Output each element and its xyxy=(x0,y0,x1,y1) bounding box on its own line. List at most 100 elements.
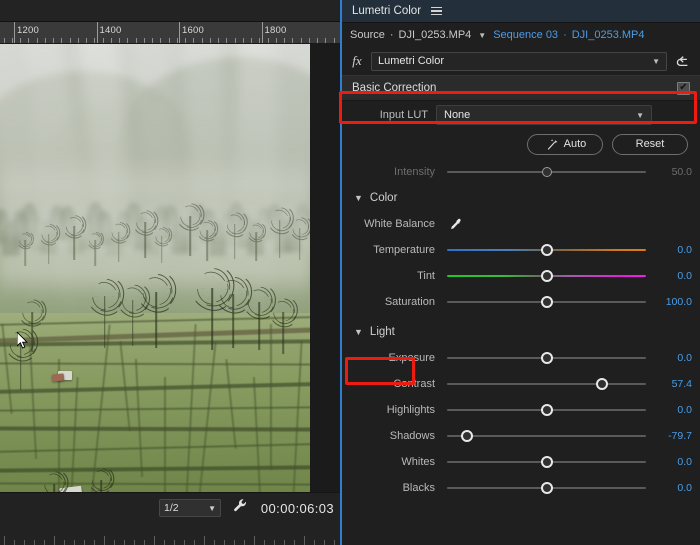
palm-tree xyxy=(152,226,176,263)
tint-value[interactable]: 0.0 xyxy=(648,270,700,282)
shadows-slider[interactable] xyxy=(447,428,646,444)
tab-lumetri-color[interactable]: Lumetri Color xyxy=(352,5,421,17)
temperature-row: Temperature 0.0 xyxy=(342,237,700,263)
exposure-value[interactable]: 0.0 xyxy=(648,352,700,364)
terrace-edge xyxy=(0,442,310,454)
scrub-tick xyxy=(4,536,5,545)
basic-correction-checkbox[interactable]: ✔ xyxy=(677,81,690,95)
slider-knob[interactable] xyxy=(540,296,553,308)
ruler-tick-minor xyxy=(53,38,54,43)
exposure-slider[interactable] xyxy=(447,350,646,366)
chevron-down-icon[interactable]: ▼ xyxy=(478,31,486,40)
eyedropper-icon[interactable] xyxy=(447,217,481,232)
blacks-value[interactable]: 0.0 xyxy=(648,482,700,494)
timecode-display[interactable]: 00:00:06:03 xyxy=(261,501,334,516)
slider-knob[interactable] xyxy=(540,456,553,468)
ruler-tick-label: 1600 xyxy=(182,25,204,36)
ruler-tick-minor xyxy=(284,38,285,43)
auto-reset-button-row: Auto Reset xyxy=(342,129,700,159)
terrace-edge xyxy=(0,382,310,395)
temperature-slider[interactable] xyxy=(447,242,646,258)
scrub-tick xyxy=(174,540,175,545)
monitor-toolbar: 1/2 ▼ 00:00:06:03 xyxy=(0,492,340,523)
slider-knob[interactable] xyxy=(540,404,553,416)
intensity-row: Intensity 50.0 xyxy=(342,159,700,185)
light-group-header[interactable]: ▼ Light xyxy=(342,319,700,345)
scrub-tick xyxy=(14,540,15,545)
slider-knob[interactable] xyxy=(541,167,552,177)
scrub-tick xyxy=(114,540,115,545)
ruler-tick-minor xyxy=(86,38,87,43)
palm-tree xyxy=(108,221,135,262)
ruler-tick-minor xyxy=(127,38,129,43)
reset-arrow-icon[interactable] xyxy=(674,53,692,69)
input-lut-select[interactable]: None ▼ xyxy=(436,105,652,125)
scrub-tick xyxy=(324,540,325,545)
palm-tree xyxy=(38,223,65,264)
contrast-slider[interactable] xyxy=(447,376,646,392)
scrub-tick xyxy=(274,540,275,545)
ruler-tick-minor xyxy=(176,38,178,43)
reset-button[interactable]: Reset xyxy=(612,133,688,155)
highlights-value[interactable]: 0.0 xyxy=(648,404,700,416)
zoom-level-select[interactable]: 1/2 ▼ xyxy=(159,499,221,517)
highlights-slider[interactable] xyxy=(447,402,646,418)
slider-knob[interactable] xyxy=(540,270,553,282)
ruler-tick-minor xyxy=(193,38,195,43)
scrub-tick xyxy=(24,540,25,545)
tint-row: Tint 0.0 xyxy=(342,263,700,289)
saturation-label: Saturation xyxy=(384,296,435,308)
ruler-tick-minor xyxy=(218,38,219,43)
source-label: Source xyxy=(350,29,385,41)
lumetri-color-panel: Lumetri Color Source · DJI_0253.MP4 ▼ Se… xyxy=(340,0,700,545)
shadows-label: Shadows xyxy=(389,430,435,442)
ruler-tick-minor xyxy=(292,38,294,43)
scrub-tick xyxy=(224,540,225,545)
tint-slider[interactable] xyxy=(447,268,646,284)
wrench-icon[interactable] xyxy=(233,498,248,518)
shadows-value[interactable]: -79.7 xyxy=(648,430,700,442)
basic-correction-header[interactable]: Basic Correction ✔ xyxy=(342,75,700,101)
ruler-tick-minor xyxy=(152,38,153,43)
scrub-tick xyxy=(294,540,295,545)
video-preview[interactable] xyxy=(0,44,310,492)
whites-value[interactable]: 0.0 xyxy=(648,456,700,468)
intensity-value[interactable]: 50.0 xyxy=(648,166,700,178)
auto-button[interactable]: Auto xyxy=(527,133,603,155)
contrast-value[interactable]: 57.4 xyxy=(648,378,700,390)
ruler-tick-minor xyxy=(44,38,46,43)
zoom-level-value: 1/2 xyxy=(164,502,179,514)
ruler-tick-minor xyxy=(325,38,327,43)
source-clip-name[interactable]: DJI_0253.MP4 xyxy=(399,29,472,41)
blacks-row: Blacks 0.0 xyxy=(342,475,700,501)
effect-select[interactable]: Lumetri Color ▼ xyxy=(371,51,667,71)
terrace-edge xyxy=(0,405,310,412)
whites-slider[interactable] xyxy=(447,454,646,470)
color-group-header[interactable]: ▼ Color xyxy=(342,185,700,211)
monitor-scrub-bar[interactable] xyxy=(0,523,340,545)
ruler-tick-minor xyxy=(300,38,302,43)
timeline-ruler[interactable]: 1200 1400 1600 1800 xyxy=(0,22,340,44)
slider-knob[interactable] xyxy=(540,352,553,364)
temperature-value[interactable]: 0.0 xyxy=(648,244,700,256)
ruler-tick-minor xyxy=(168,38,170,43)
scrub-tick xyxy=(304,536,305,545)
saturation-value[interactable]: 100.0 xyxy=(648,296,700,308)
scrub-tick xyxy=(254,536,255,545)
hamburger-menu-icon[interactable] xyxy=(431,6,443,16)
slider-knob[interactable] xyxy=(540,244,553,256)
ruler-tick-minor xyxy=(242,38,244,43)
slider-knob[interactable] xyxy=(460,430,473,442)
saturation-slider[interactable] xyxy=(447,294,646,310)
intensity-slider[interactable] xyxy=(447,164,646,180)
slider-knob[interactable] xyxy=(540,482,553,494)
slider-knob[interactable] xyxy=(596,378,609,390)
scrub-tick xyxy=(244,540,245,545)
palm-tree xyxy=(16,230,39,266)
ruler-tick-minor xyxy=(308,38,310,43)
scrub-tick xyxy=(314,540,315,545)
palm-tree xyxy=(222,211,253,259)
sequence-name[interactable]: Sequence 03 xyxy=(493,29,558,41)
blacks-slider[interactable] xyxy=(447,480,646,496)
sequence-clip-name[interactable]: DJI_0253.MP4 xyxy=(572,29,645,41)
